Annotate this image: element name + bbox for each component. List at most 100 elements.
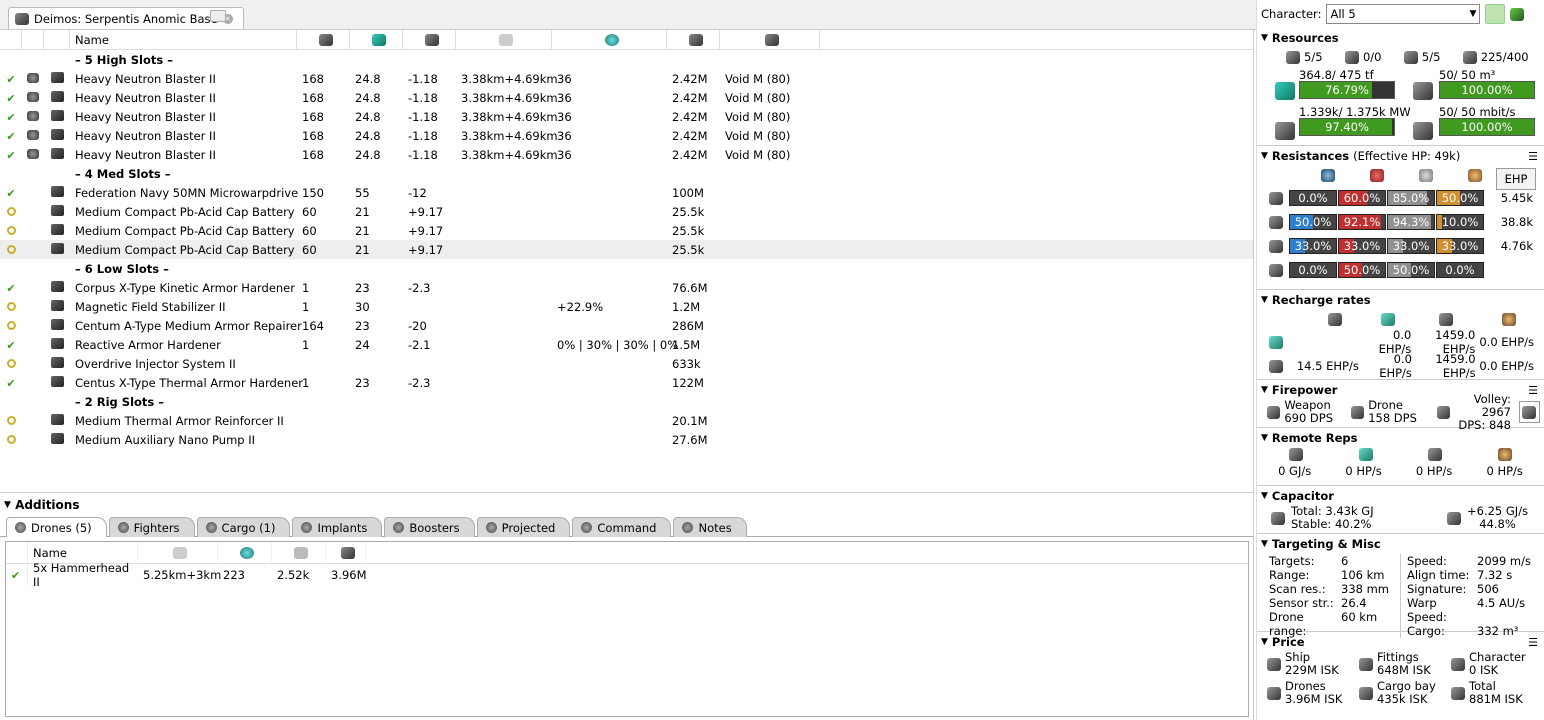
module-state[interactable]: ✔ bbox=[0, 338, 22, 352]
module-row[interactable]: Overdrive Injector System II 633k bbox=[0, 354, 1253, 373]
module-row[interactable]: Magnetic Field Stabilizer II 1 30 +22.9% 1.2… bbox=[0, 297, 1253, 316]
header-range[interactable] bbox=[456, 30, 552, 50]
module-row[interactable]: Medium Compact Pb-Acid Cap Battery 60 21 +9… bbox=[0, 202, 1253, 221]
module-row[interactable]: ✔ Heavy Neutron Blaster II 168 24.8 -1.18 3.3… bbox=[0, 145, 1253, 164]
module-row[interactable]: Medium Auxiliary Nano Pump II 27.6M bbox=[0, 430, 1253, 449]
module-icon-cell bbox=[44, 128, 70, 143]
module-cap: +9.17 bbox=[408, 204, 444, 219]
price-icon bbox=[688, 34, 703, 46]
recharge-header[interactable]: ▼ Recharge rates bbox=[1261, 292, 1540, 308]
module-icon bbox=[50, 337, 64, 349]
skills-book-icon[interactable] bbox=[1510, 7, 1525, 21]
resistances-title: Resistances bbox=[1271, 149, 1350, 163]
remote-reps-header[interactable]: ▼ Remote Reps bbox=[1261, 430, 1540, 446]
character-dropdown[interactable]: All 5 ▼ bbox=[1326, 4, 1481, 24]
resistances-header[interactable]: ▼ Resistances (Effective HP: 49k) bbox=[1261, 148, 1540, 164]
tab-fighters[interactable]: Fighters bbox=[108, 517, 195, 537]
module-row[interactable]: Medium Compact Pb-Acid Cap Battery 60 21 +9… bbox=[0, 221, 1253, 240]
module-row[interactable]: Centum A-Type Medium Armor Repairer 164 23… bbox=[0, 316, 1253, 335]
module-state[interactable] bbox=[0, 357, 22, 371]
header-name[interactable]: Name bbox=[70, 30, 297, 50]
module-row[interactable]: ✔ Heavy Neutron Blaster II 168 24.8 -1.18 3.3… bbox=[0, 107, 1253, 126]
module-state[interactable] bbox=[0, 300, 22, 314]
menu-icon[interactable]: ☰ bbox=[1528, 384, 1538, 397]
drone-row[interactable]: ✔ 5x Hammerhead II 5.25km+3km 223 2.52k 3.96M bbox=[6, 561, 1248, 589]
resources-header[interactable]: ▼ Resources bbox=[1261, 30, 1540, 46]
drone-header-price[interactable] bbox=[326, 541, 366, 564]
price-item: Character 0 ISK bbox=[1451, 650, 1543, 678]
tab-cargo[interactable]: Cargo (1) bbox=[196, 517, 291, 537]
tab-command[interactable]: Command bbox=[572, 517, 672, 537]
tab-projected[interactable]: Projected bbox=[476, 517, 571, 537]
fit-tab[interactable]: Deimos: Serpentis Anomic Base × bbox=[8, 7, 244, 29]
resist-value: 10.0% bbox=[1441, 215, 1479, 229]
targeting-header[interactable]: ▼ Targeting & Misc bbox=[1261, 536, 1540, 552]
header-powergrid[interactable] bbox=[350, 30, 403, 50]
header-cpu[interactable] bbox=[297, 30, 350, 50]
price-header[interactable]: ▼ Price bbox=[1261, 634, 1540, 650]
module-row[interactable]: Medium Thermal Armor Reinforcer II 20.1M bbox=[0, 411, 1253, 430]
module-state[interactable]: ✔ bbox=[0, 110, 22, 124]
tab-implants[interactable]: Implants bbox=[292, 517, 383, 537]
menu-icon[interactable]: ☰ bbox=[1528, 150, 1538, 163]
module-state[interactable] bbox=[0, 224, 22, 238]
module-row[interactable]: Medium Compact Pb-Acid Cap Battery 60 21 +9… bbox=[0, 240, 1253, 259]
resist-hp: 4.76k bbox=[1500, 239, 1533, 253]
drone-header-optimal[interactable] bbox=[218, 541, 272, 564]
drone-header-speed[interactable] bbox=[272, 541, 326, 564]
module-icon-cell bbox=[44, 223, 70, 238]
menu-icon[interactable]: ☰ bbox=[1528, 636, 1538, 649]
module-row[interactable]: ✔ Heavy Neutron Blaster II 168 24.8 -1.18 3.3… bbox=[0, 88, 1253, 107]
refresh-button[interactable] bbox=[1485, 4, 1506, 24]
module-icon-cell bbox=[44, 318, 70, 333]
module-row[interactable]: ✔ Centus X-Type Thermal Armor Hardener 1 23… bbox=[0, 373, 1253, 392]
module-row[interactable]: ✔ Corpus X-Type Kinetic Armor Hardener 1 23… bbox=[0, 278, 1253, 297]
module-row[interactable]: ✔ Reactive Armor Hardener 1 24 -2.1 0% | 30% … bbox=[0, 335, 1253, 354]
module-state[interactable]: ✔ bbox=[0, 148, 22, 162]
module-row[interactable]: ✔ Federation Navy 50MN Microwarpdrive 150 5… bbox=[0, 183, 1253, 202]
module-state[interactable]: ✔ bbox=[0, 72, 22, 86]
drone-icon bbox=[1404, 51, 1419, 64]
online-check-icon: ✔ bbox=[6, 129, 16, 143]
module-state[interactable]: ✔ bbox=[0, 281, 22, 295]
module-cpu: 60 bbox=[302, 204, 317, 219]
capacitor-right: +6.25 GJ/s 44.8% bbox=[1467, 505, 1528, 531]
tab-icon bbox=[581, 522, 593, 533]
module-state[interactable] bbox=[0, 414, 22, 428]
new-tab-icon[interactable] bbox=[210, 10, 226, 22]
module-icon bbox=[50, 223, 64, 235]
module-state[interactable]: ✔ bbox=[0, 91, 22, 105]
drone-bay-text: 50/ 50 m³ bbox=[1439, 68, 1496, 82]
price-character-icon bbox=[1451, 657, 1465, 671]
charge-icon bbox=[27, 91, 39, 102]
module-charge bbox=[22, 91, 44, 105]
header-optimal[interactable] bbox=[552, 30, 667, 50]
header-ammo[interactable] bbox=[720, 30, 820, 50]
module-state[interactable] bbox=[0, 243, 22, 257]
header-state bbox=[0, 30, 22, 50]
module-row[interactable]: ✔ Heavy Neutron Blaster II 168 24.8 -1.18 3.3… bbox=[0, 69, 1253, 88]
tab-drones[interactable]: Drones (5) bbox=[6, 517, 107, 537]
ammo-icon bbox=[765, 34, 779, 46]
module-charge bbox=[22, 110, 44, 124]
tab-boosters[interactable]: Boosters bbox=[384, 517, 475, 537]
drone-state[interactable]: ✔ bbox=[6, 564, 28, 586]
module-icon bbox=[50, 71, 64, 83]
module-state[interactable]: ✔ bbox=[0, 376, 22, 390]
damage-pattern-button[interactable] bbox=[1518, 401, 1540, 423]
drone-header-range[interactable] bbox=[138, 541, 218, 564]
additions-header[interactable]: ▼ Additions bbox=[0, 493, 1253, 517]
ehp-button[interactable]: EHP bbox=[1496, 168, 1536, 190]
module-state[interactable]: ✔ bbox=[0, 186, 22, 200]
module-state[interactable] bbox=[0, 433, 22, 447]
capacitor-header[interactable]: ▼ Capacitor bbox=[1261, 488, 1540, 504]
module-state[interactable] bbox=[0, 205, 22, 219]
module-state[interactable] bbox=[0, 319, 22, 333]
module-state[interactable]: ✔ bbox=[0, 129, 22, 143]
header-price[interactable] bbox=[667, 30, 720, 50]
header-capacitor[interactable] bbox=[403, 30, 456, 50]
module-row[interactable]: ✔ Heavy Neutron Blaster II 168 24.8 -1.18 3.3… bbox=[0, 126, 1253, 145]
tab-notes[interactable]: Notes bbox=[673, 517, 747, 537]
collapse-arrow-icon: ▼ bbox=[1261, 539, 1268, 549]
module-cap: +9.17 bbox=[408, 223, 444, 238]
